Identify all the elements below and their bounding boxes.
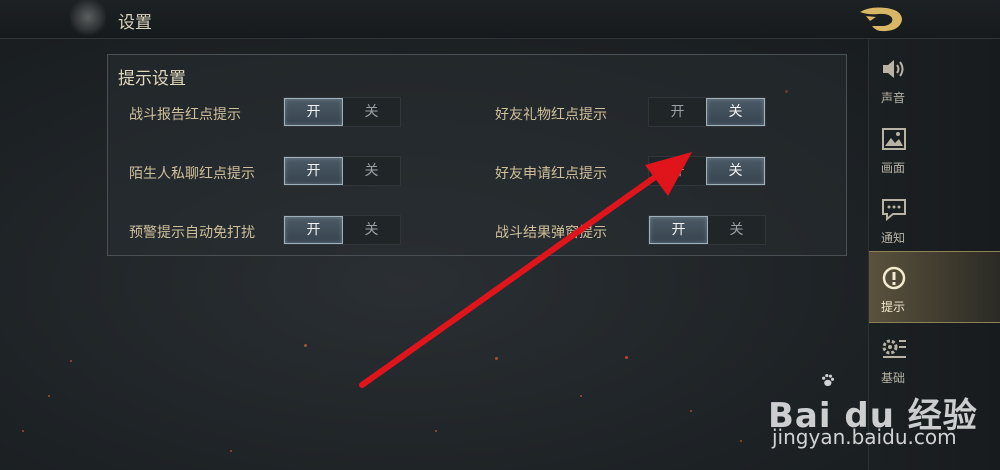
watermark-url: jingyan.baidu.com [772,425,957,449]
toggle-off-option[interactable]: 关 [343,216,400,244]
panel-title: 提示设置 [118,69,186,89]
toggle-battle-result-popup[interactable]: 开 关 [648,215,766,245]
chat-icon [882,199,906,221]
toggle-battle-report[interactable]: 开 关 [283,97,401,127]
top-bar: 设置 [0,0,1000,39]
sidebar-item-label: 声音 [881,91,906,105]
page-title: 设置 [118,13,152,33]
setting-label-friend-gift: 好友礼物红点提示 [495,107,607,123]
gear-list-icon [882,339,906,358]
emblem-icon [70,0,106,38]
sidebar-item-prompt[interactable]: 提示 [869,251,1000,323]
dragon-logo-icon [860,7,902,32]
toggle-friend-gift[interactable]: 开 关 [648,97,766,127]
sidebar-item-label: 画面 [881,161,906,175]
sidebar-item-sound[interactable]: 声音 [869,43,1000,113]
toggle-on-option[interactable]: 开 [649,98,706,126]
sidebar-item-label: 基础 [881,371,906,385]
toggle-off-option[interactable]: 关 [343,157,400,185]
toggle-friend-request[interactable]: 开 关 [648,156,766,186]
sidebar-item-label: 提示 [881,300,906,314]
setting-label-battle-report: 战斗报告红点提示 [129,107,241,123]
sidebar-item-basic[interactable]: 基础 [869,323,1000,393]
sidebar-item-notification[interactable]: 通知 [869,183,1000,253]
sidebar-item-label: 通知 [881,231,906,245]
sidebar-item-display[interactable]: 画面 [869,113,1000,183]
toggle-on-option[interactable]: 开 [284,157,343,185]
toggle-on-option[interactable]: 开 [284,216,343,244]
toggle-stranger-chat[interactable]: 开 关 [283,156,401,186]
setting-label-stranger-chat: 陌生人私聊红点提示 [129,166,255,182]
toggle-on-option[interactable]: 开 [649,157,706,185]
toggle-on-option[interactable]: 开 [649,216,708,244]
toggle-off-option[interactable]: 关 [708,216,765,244]
exclamation-icon [882,266,906,290]
image-icon [882,128,906,150]
toggle-warning-dnd[interactable]: 开 关 [283,215,401,245]
speaker-icon [883,60,904,78]
notification-settings-panel: 提示设置 战斗报告红点提示 开 关 好友礼物红点提示 开 关 陌生人私聊红点提示… [107,54,847,256]
toggle-on-option[interactable]: 开 [284,98,343,126]
toggle-off-option[interactable]: 关 [343,98,400,126]
toggle-off-option[interactable]: 关 [706,157,765,185]
setting-label-friend-request: 好友申请红点提示 [495,166,607,182]
setting-label-warning-dnd: 预警提示自动免打扰 [129,225,255,241]
toggle-off-option[interactable]: 关 [706,98,765,126]
setting-label-battle-result-popup: 战斗结果弹窗提示 [495,225,607,241]
